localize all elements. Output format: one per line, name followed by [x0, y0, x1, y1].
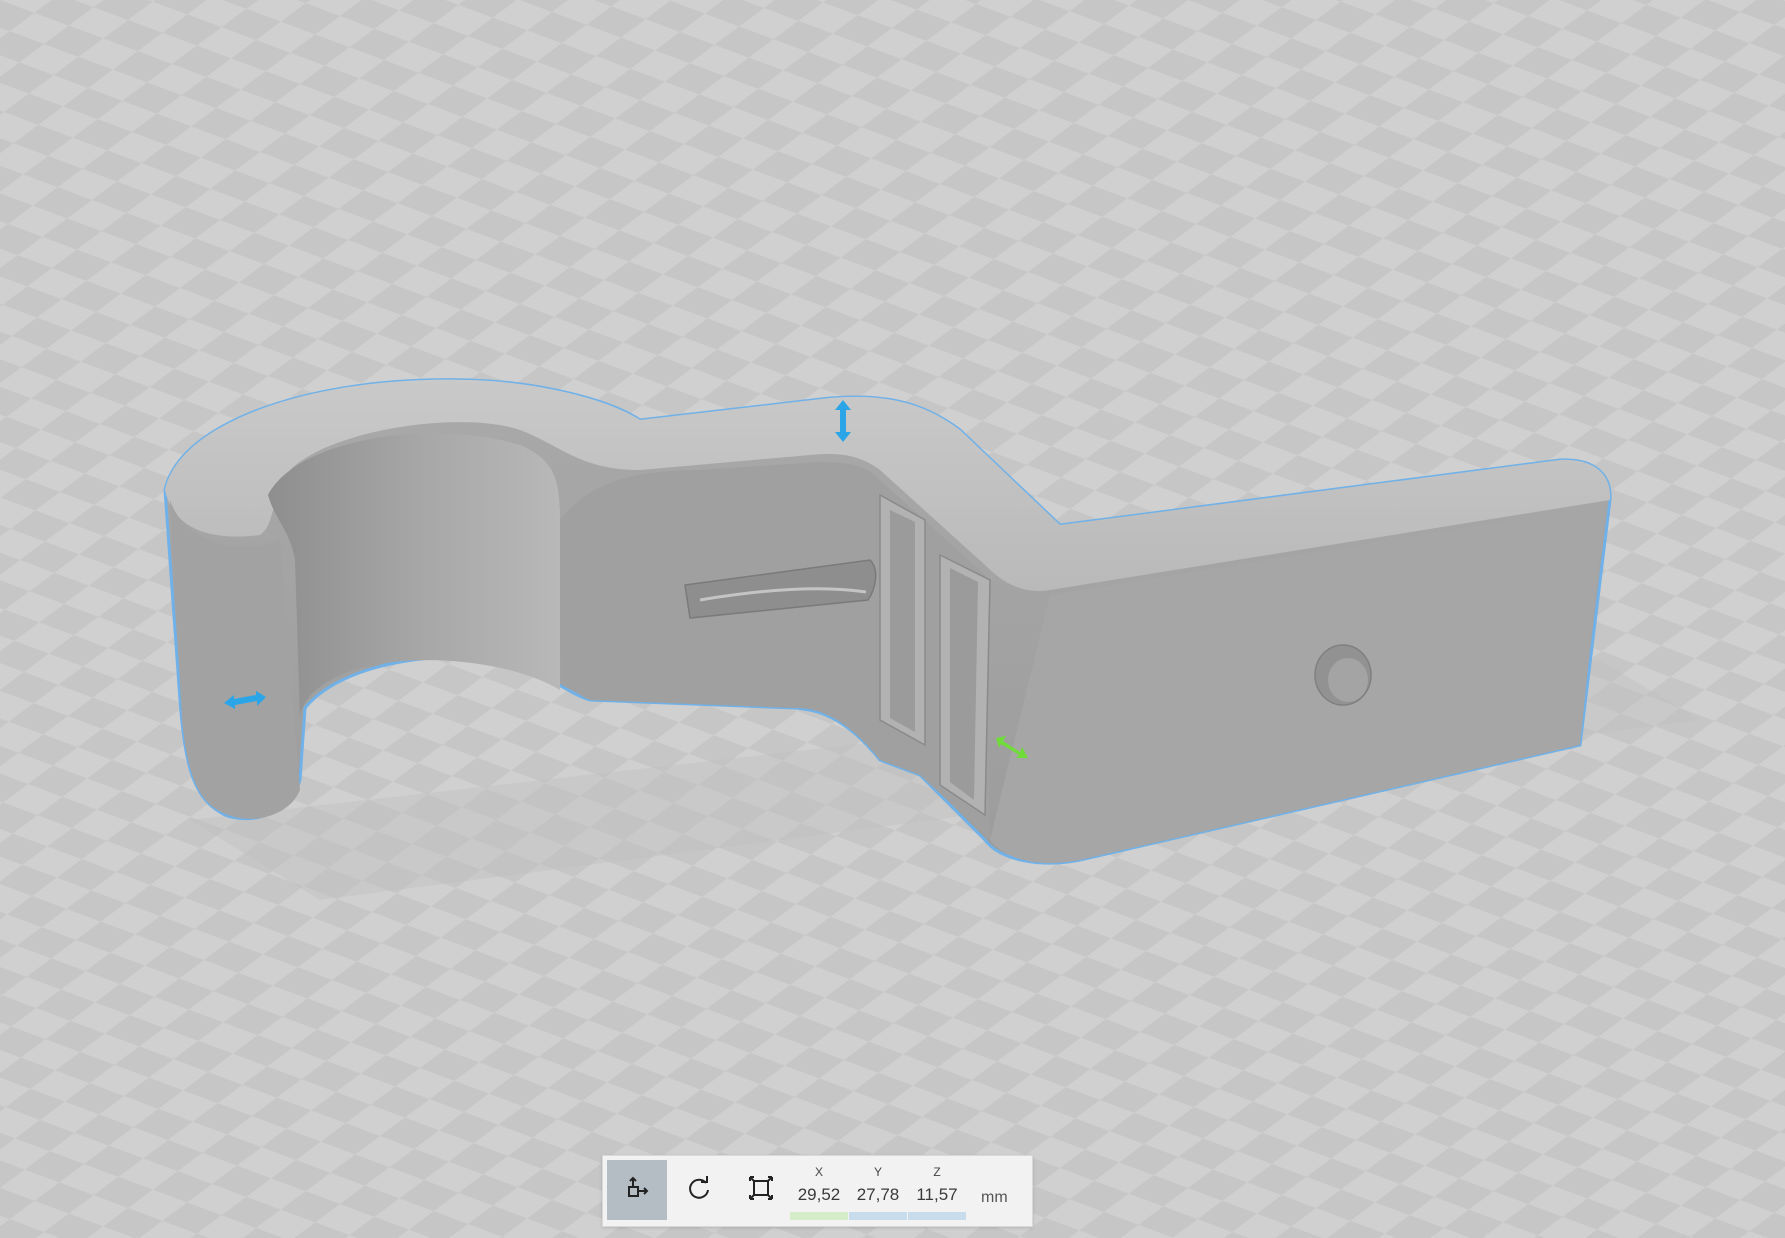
move-tool-button[interactable]: [607, 1160, 667, 1220]
height-arrow-icon[interactable]: [820, 398, 866, 444]
rotate-tool-icon: [685, 1174, 713, 1207]
x-size-value[interactable]: 29,52: [790, 1184, 848, 1206]
z-axis-color-bar: [908, 1212, 966, 1220]
x-axis-color-bar: [790, 1212, 848, 1220]
move-tool-icon: [623, 1174, 651, 1207]
y-axis-label: Y: [873, 1165, 882, 1179]
scale-tool-icon: [747, 1174, 775, 1207]
depth-arrow-icon[interactable]: [990, 726, 1036, 772]
x-size-field[interactable]: X 29,52: [790, 1162, 848, 1222]
y-axis-color-bar: [849, 1212, 907, 1220]
x-axis-label: X: [814, 1165, 823, 1179]
unit-label: mm: [981, 1189, 1008, 1206]
z-size-field[interactable]: Z 11,57: [908, 1162, 966, 1222]
width-arrow-icon[interactable]: [222, 677, 268, 723]
rotate-tool-button[interactable]: [669, 1160, 729, 1220]
build-plate: [0, 0, 1785, 1238]
z-axis-label: Z: [933, 1165, 941, 1179]
scale-tool-button[interactable]: [731, 1160, 791, 1220]
y-size-field[interactable]: Y 27,78: [849, 1162, 907, 1222]
transform-toolbar: X 29,52 Y 27,78 Z 11,57 mm: [602, 1155, 1033, 1227]
3d-viewport[interactable]: [0, 0, 1785, 1238]
z-size-value[interactable]: 11,57: [908, 1184, 966, 1206]
y-size-value[interactable]: 27,78: [849, 1184, 907, 1206]
